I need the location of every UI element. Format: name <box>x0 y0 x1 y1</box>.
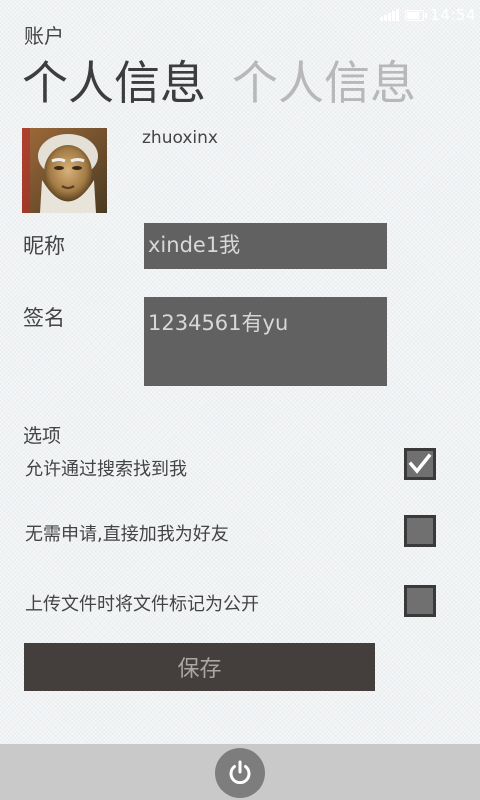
option-checkbox-public-files[interactable] <box>404 585 436 617</box>
checkmark-icon <box>408 453 432 474</box>
username: zhuoxinx <box>142 128 218 148</box>
pivot-header: 个人信息 个人信息 <box>22 54 416 112</box>
avatar[interactable] <box>22 128 107 213</box>
avatar-photo <box>22 128 107 213</box>
pivot-item-next[interactable]: 个人信息 <box>232 54 416 112</box>
option-label-searchable: 允许通过搜索找到我 <box>25 459 187 480</box>
option-label-auto-friend: 无需申请,直接加我为好友 <box>25 524 229 545</box>
signal-icon <box>380 9 399 21</box>
signature-label: 签名 <box>23 306 65 330</box>
power-button[interactable] <box>215 748 265 798</box>
signature-textarea[interactable]: 1234561有yu <box>144 297 387 386</box>
power-icon <box>229 760 251 785</box>
save-button[interactable]: 保存 <box>24 643 375 691</box>
battery-icon <box>405 9 428 21</box>
options-heading: 选项 <box>23 425 62 447</box>
option-checkbox-searchable[interactable] <box>404 448 436 480</box>
nickname-label: 昵称 <box>23 234 65 258</box>
status-time: 14:54 <box>430 6 476 24</box>
status-bar: 14:54 <box>380 4 476 26</box>
nickname-input[interactable]: xinde1我 <box>144 223 387 269</box>
option-checkbox-auto-friend[interactable] <box>404 515 436 547</box>
app-title: 账户 <box>24 24 64 48</box>
pivot-item-personal-info[interactable]: 个人信息 <box>22 54 206 112</box>
option-label-public-files: 上传文件时将文件标记为公开 <box>25 594 259 615</box>
